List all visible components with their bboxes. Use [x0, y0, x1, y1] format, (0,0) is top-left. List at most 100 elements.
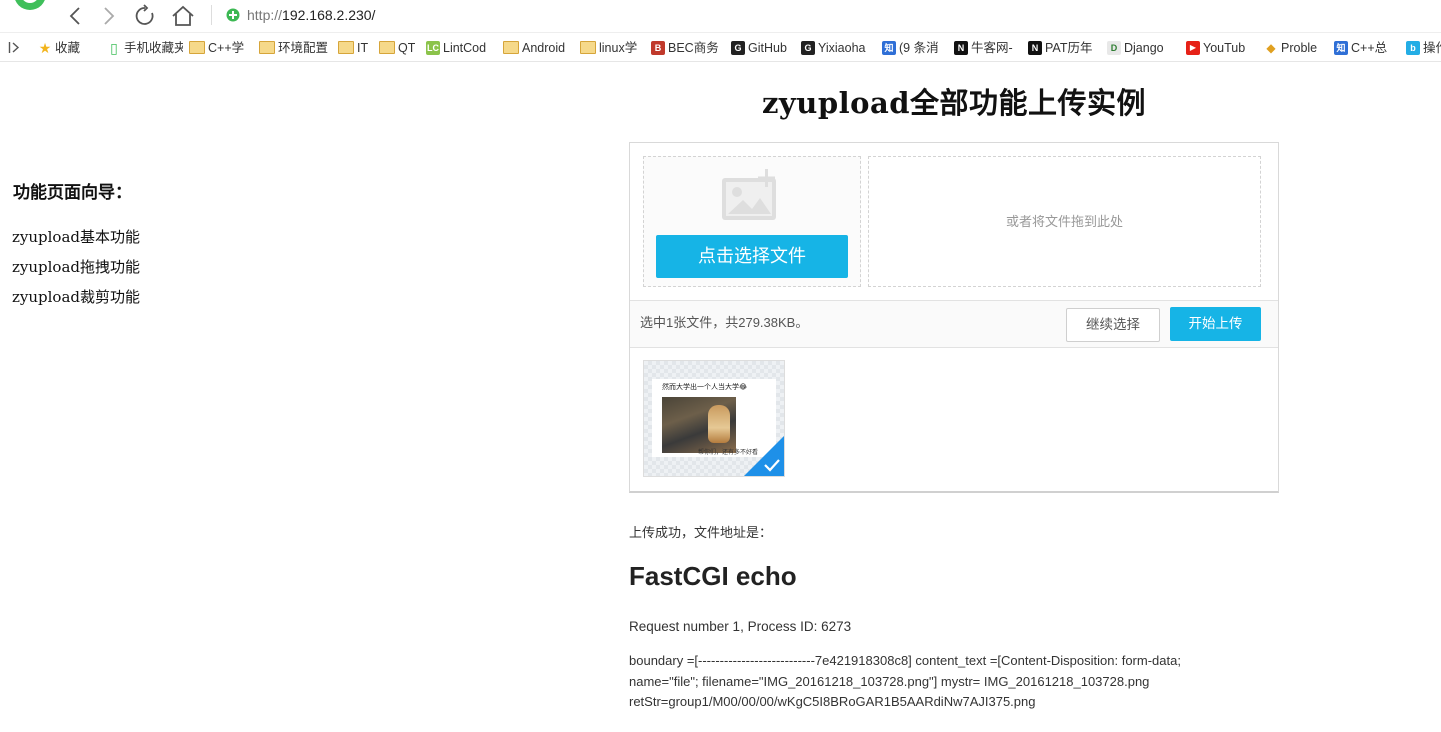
bookmark-label: LintCod — [443, 41, 487, 55]
forward-button[interactable] — [96, 4, 122, 28]
browser-logo-icon — [15, 0, 45, 10]
bookmark-label: linux学 — [599, 41, 638, 55]
nowcoder-icon: N — [1028, 40, 1042, 55]
github-icon: G — [801, 40, 815, 55]
bookmark-label: Proble — [1281, 41, 1318, 55]
bookmark-label: QT — [398, 41, 416, 55]
request-info: Request number 1, Process ID: 6273 — [629, 619, 852, 634]
reload-icon — [135, 4, 154, 25]
bookmark-item[interactable]: D Django — [1107, 39, 1164, 57]
home-icon — [172, 5, 194, 26]
nowcoder-icon: N — [954, 40, 968, 55]
bookmark-label: PAT历年 — [1045, 41, 1093, 55]
bookmark-item[interactable]: C++学 — [189, 39, 244, 57]
file-thumbnail[interactable]: 然而大学出一个人当大学😂 帮你们，还有多不好看 — [643, 360, 785, 477]
page-title: zyupload全部功能上传实例 — [761, 86, 1147, 120]
guide-link-crop[interactable]: zyupload裁剪功能 — [12, 286, 140, 307]
thumbnail-photo — [662, 397, 736, 453]
bookmark-label: 手机收藏夹 — [124, 41, 183, 55]
selection-status: 选中1张文件，共279.38KB。 — [640, 315, 809, 330]
guide-link-basic[interactable]: zyupload基本功能 — [12, 226, 140, 247]
browser-toolbar: http://192.168.2.230/ — [0, 0, 1441, 33]
bookmark-item[interactable]: B BEC商务 — [651, 39, 719, 57]
bookmark-label: 牛客网- — [971, 41, 1013, 55]
folder-icon — [379, 41, 395, 55]
folder-icon — [338, 41, 354, 55]
bookmark-item[interactable]: LC LintCod — [426, 39, 486, 57]
bookmark-item[interactable]: ▯ 手机收藏夹 — [107, 39, 183, 57]
bookmark-item[interactable]: 知 (9 条消 — [882, 39, 939, 57]
dog-figure — [708, 405, 730, 443]
reload-button[interactable] — [133, 4, 159, 28]
zhihu-icon: 知 — [882, 40, 896, 55]
bookmark-item[interactable]: G GitHub — [731, 39, 787, 57]
select-file-button[interactable]: 点击选择文件 — [656, 235, 848, 278]
file-pick-area[interactable]: 点击选择文件 — [643, 156, 861, 287]
sidebar-toggle-icon[interactable] — [8, 41, 20, 54]
problem-icon: ◆ — [1266, 40, 1276, 55]
continue-select-button[interactable]: 继续选择 — [1066, 308, 1160, 342]
bookmark-item[interactable]: IT — [338, 39, 368, 57]
bookmark-label: YouTub — [1203, 41, 1246, 55]
drop-hint: 或者将文件拖到此处 — [1005, 214, 1123, 229]
guide-link-drag[interactable]: zyupload拖拽功能 — [12, 256, 140, 277]
back-button[interactable] — [62, 4, 88, 28]
upload-widget: 点击选择文件 或者将文件拖到此处 选中1张文件，共279.38KB。 继续选择 … — [629, 142, 1279, 493]
upload-result-label: 上传成功，文件地址是： — [629, 525, 773, 540]
bookmark-label: Yixiaoha — [818, 41, 866, 55]
folder-icon — [189, 41, 205, 55]
drop-zone[interactable]: 或者将文件拖到此处 — [868, 156, 1261, 287]
bookmark-item[interactable]: QT — [379, 39, 415, 57]
bookmark-item[interactable]: linux学 — [580, 39, 637, 57]
bookmark-label: 收藏 — [55, 41, 81, 55]
selected-check-icon — [744, 436, 784, 476]
folder-icon — [259, 41, 275, 55]
folder-icon — [503, 41, 519, 55]
star-icon: ★ — [38, 39, 52, 56]
bookmark-item[interactable]: N 牛客网- — [954, 39, 1013, 57]
bilibili-icon: b — [1406, 40, 1420, 55]
bookmark-label: IT — [357, 41, 369, 55]
bookmark-item[interactable]: Android — [503, 39, 565, 57]
bookmark-item[interactable]: 知 C++总 — [1334, 39, 1387, 57]
guide-title: 功能页面向导： — [13, 183, 132, 203]
bookmark-item[interactable]: ★ 收藏 — [38, 39, 80, 57]
bookmark-label: GitHub — [748, 41, 787, 55]
bookmark-label: 环境配置 — [278, 41, 329, 55]
address-bar[interactable]: http://192.168.2.230/ — [226, 3, 375, 27]
chevron-right-icon — [104, 7, 115, 25]
zhihu-icon: 知 — [1334, 40, 1348, 55]
echo-output: boundary =[---------------------------7e… — [629, 651, 1229, 713]
address-protocol: http:// — [247, 7, 283, 23]
chevron-left-icon — [69, 7, 80, 25]
bookmark-item[interactable]: N PAT历年 — [1028, 39, 1092, 57]
bookmark-label: C++学 — [208, 41, 245, 55]
start-upload-button[interactable]: 开始上传 — [1170, 307, 1261, 341]
youtube-icon: ▶ — [1186, 40, 1200, 55]
github-icon: G — [731, 40, 745, 55]
bookmark-item[interactable]: G Yixiaoha — [801, 39, 866, 57]
echo-line: retStr=group1/M00/00/00/wKgC5I8BRoGAR1B5… — [629, 694, 1036, 709]
bookmark-item[interactable]: 环境配置 — [259, 39, 328, 57]
bookmarks-bar: ★ 收藏 ▯ 手机收藏夹 C++学 环境配置 IT QT LC LintCod Android lin… — [0, 33, 1441, 62]
toolbar-divider — [211, 5, 212, 25]
echo-line: name="file"; filename="IMG_20161218_1037… — [629, 673, 1150, 689]
bookmark-label: BEC商务 — [668, 41, 719, 55]
address-host: 192.168.2.230/ — [282, 7, 376, 23]
bookmark-label: Django — [1124, 41, 1164, 55]
home-button[interactable] — [170, 4, 196, 28]
bookmark-label: Android — [522, 41, 566, 55]
fastcgi-echo-title: FastCGI echo — [629, 561, 797, 591]
bookmark-item[interactable]: ◆ Proble — [1264, 39, 1317, 57]
bookmark-item[interactable]: b操作 — [1406, 39, 1441, 57]
add-picture-icon — [722, 169, 776, 220]
bookmark-item[interactable]: ▶ YouTub — [1186, 39, 1245, 57]
django-icon: D — [1107, 40, 1121, 55]
lintcode-icon: LC — [426, 40, 440, 55]
bookmark-label: C++总 — [1351, 41, 1388, 55]
security-shield-icon — [226, 8, 240, 22]
bookmark-label: 操作 — [1423, 41, 1441, 55]
upload-status-bar: 选中1张文件，共279.38KB。 继续选择 开始上传 — [630, 300, 1278, 348]
echo-line: boundary =[---------------------------7e… — [629, 653, 1181, 668]
bookmark-label: (9 条消 — [899, 41, 939, 55]
